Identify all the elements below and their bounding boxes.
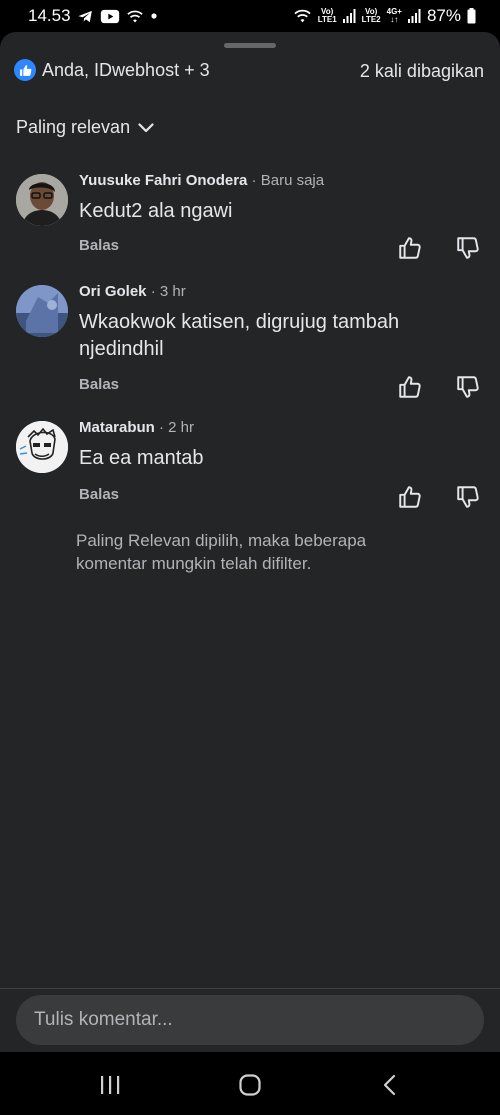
recent-apps-icon[interactable] xyxy=(95,1070,125,1100)
thumbs-down-icon[interactable] xyxy=(455,484,481,510)
telegram-icon xyxy=(77,8,94,25)
sheet-drag-handle[interactable] xyxy=(224,43,276,48)
status-time: 14.53 xyxy=(28,6,71,25)
status-bar: 14.53 Vo) LTE1 Vo) LTE2 4G+ ↓↑ 87% xyxy=(0,0,500,32)
comments-sheet: Anda, IDwebhost + 3 2 kali dibagikan Pal… xyxy=(0,32,500,1052)
back-icon[interactable] xyxy=(375,1070,405,1100)
like-reaction-icon xyxy=(14,59,36,81)
home-icon[interactable] xyxy=(235,1070,265,1100)
wifi-icon xyxy=(293,8,312,24)
comment-composer[interactable] xyxy=(16,995,484,1045)
sort-dropdown[interactable]: Paling relevan xyxy=(16,117,154,138)
comment-text: Wkaokwok katisen, digrujug tambah njedin… xyxy=(79,311,400,360)
avatar[interactable] xyxy=(16,285,68,337)
comment-time: · Baru saja xyxy=(247,172,325,189)
comment-input[interactable] xyxy=(32,1008,466,1032)
navigation-bar xyxy=(0,1052,500,1115)
reply-button[interactable]: Balas xyxy=(79,486,119,503)
sim1-label: Vo) LTE1 xyxy=(317,7,337,24)
avatar[interactable] xyxy=(16,421,68,473)
comment-author[interactable]: Yuusuke Fahri Onodera xyxy=(79,172,247,189)
signal-icon xyxy=(342,9,356,23)
thumbs-up-icon[interactable] xyxy=(397,235,423,261)
comment-text: Ea ea mantab xyxy=(79,447,204,469)
avatar[interactable] xyxy=(16,174,68,226)
signal-icon xyxy=(407,9,421,23)
comment-item: Yuusuke Fahri Onodera · Baru saja Kedut2… xyxy=(0,172,500,272)
comment-author[interactable]: Ori Golek xyxy=(79,283,147,300)
chevron-down-icon xyxy=(138,117,154,138)
divider xyxy=(0,988,500,989)
reply-button[interactable]: Balas xyxy=(79,376,119,393)
comment-time: · 2 hr xyxy=(154,419,195,436)
battery-percent: 87% xyxy=(426,6,461,25)
comment-text: Kedut2 ala ngawi xyxy=(79,200,233,222)
wifi-small-icon xyxy=(126,9,144,24)
battery-icon xyxy=(467,8,476,24)
notification-dot-icon xyxy=(150,12,158,20)
thumbs-up-icon[interactable] xyxy=(397,484,423,510)
network-type: 4G+ ↓↑ xyxy=(386,7,402,24)
reactions-summary[interactable]: Anda, IDwebhost + 3 xyxy=(14,59,210,81)
comment-time: · 3 hr xyxy=(146,283,186,300)
comment-author[interactable]: Matarabun xyxy=(79,419,155,436)
thumbs-down-icon[interactable] xyxy=(455,374,481,400)
thumbs-down-icon[interactable] xyxy=(455,235,481,261)
shares-count[interactable]: 2 kali dibagikan xyxy=(360,61,484,82)
reply-button[interactable]: Balas xyxy=(79,237,119,254)
comment-item: Matarabun · 2 hr Ea ea mantab Balas xyxy=(0,419,500,519)
reactors-text: Anda, IDwebhost + 3 xyxy=(42,59,210,80)
youtube-icon xyxy=(100,9,120,24)
sim2-label: Vo) LTE2 xyxy=(361,7,381,24)
thumbs-up-icon[interactable] xyxy=(397,374,423,400)
comment-item: Ori Golek · 3 hr Wkaokwok katisen, digru… xyxy=(0,283,500,403)
sort-label: Paling relevan xyxy=(16,117,131,137)
filter-note: Paling Relevan dipilih, maka beberapa ko… xyxy=(76,531,367,573)
